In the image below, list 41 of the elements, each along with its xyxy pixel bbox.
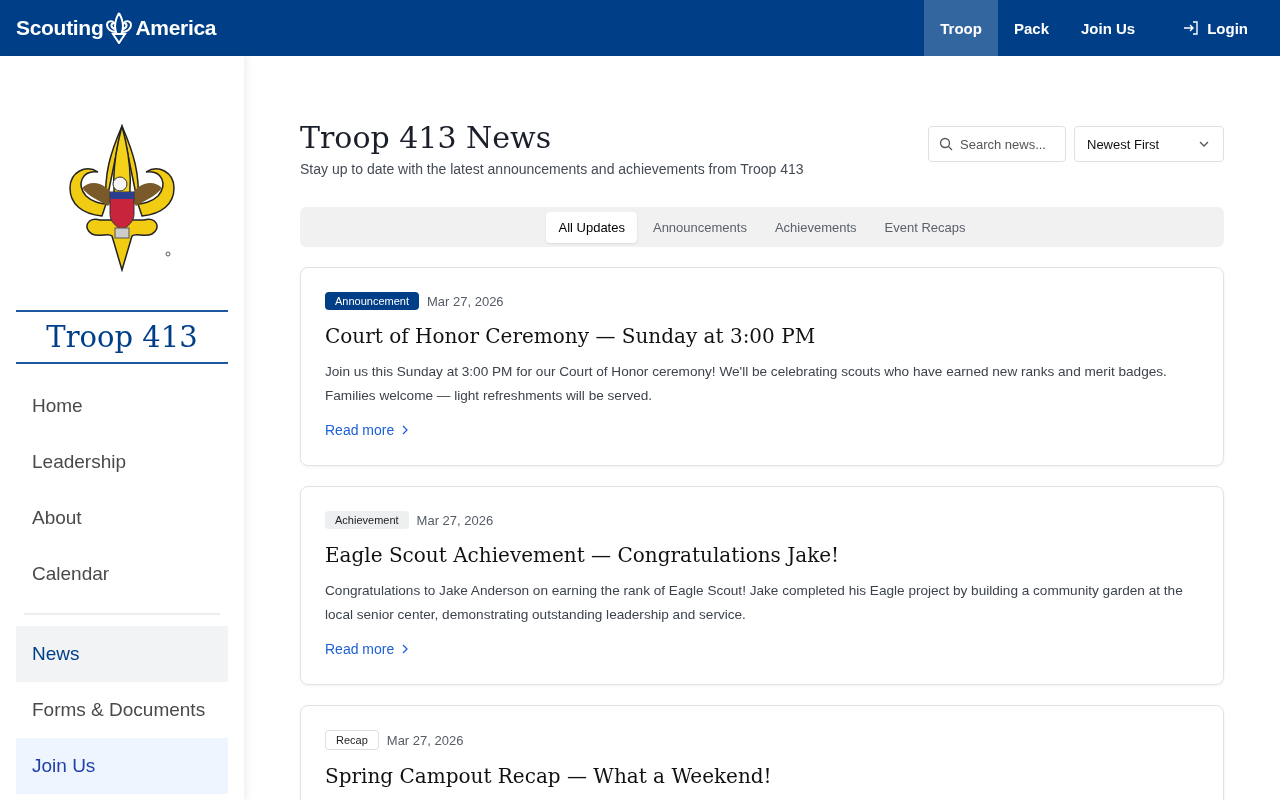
category-tag: Announcement	[325, 292, 419, 310]
sort-dropdown[interactable]: Newest First	[1074, 126, 1224, 162]
read-more-link[interactable]: Read more	[325, 422, 409, 438]
search-field[interactable]: Search news...	[928, 126, 1066, 162]
fleur-de-lis-icon	[105, 12, 134, 44]
filter-tab[interactable]: Announcements	[640, 211, 759, 243]
page-title: Troop 413 News	[300, 120, 553, 155]
sidebar-item[interactable]: About	[16, 490, 228, 546]
page-subtitle: Stay up to date with the latest announcements and achievements from Troop 413	[300, 161, 804, 177]
post-title: Eagle Scout Achievement — Congratulations Jake!	[325, 543, 841, 567]
sidebar-item[interactable]: News	[16, 626, 228, 682]
chevron-right-icon	[402, 644, 409, 654]
category-tag: Recap	[325, 730, 379, 750]
chevron-right-icon	[402, 425, 409, 435]
filter-tab[interactable]: All Updates	[546, 211, 637, 243]
login-link[interactable]: Login	[1167, 0, 1264, 56]
nav-link[interactable]: Pack	[997, 0, 1065, 56]
filter-tab[interactable]: Achievements	[762, 211, 869, 243]
post-excerpt: Join us this Sunday at 3:00 PM for our Court of Honor ceremony! We'll be celebrating scouts who have earned new ranks and merit badges. Families welcome — light refreshments will be served.	[325, 363, 1168, 405]
read-more-link[interactable]: Read more	[325, 641, 409, 657]
sidebar-item[interactable]: Leadership	[16, 434, 228, 490]
post-title: Spring Campout Recap — What a Weekend!	[325, 764, 773, 788]
category-tag: Achievement	[325, 511, 409, 529]
login-icon	[1183, 20, 1200, 36]
post-date: Mar 27, 2026	[416, 512, 494, 528]
nav-link[interactable]: Join Us	[1065, 0, 1152, 56]
sidebar-item[interactable]: Home	[16, 378, 228, 434]
chevron-down-icon	[1199, 141, 1209, 147]
filter-tab[interactable]: Event Recaps	[872, 211, 978, 243]
sidebar-item[interactable]: Calendar	[16, 546, 228, 602]
nav-link[interactable]: Troop	[924, 0, 998, 56]
post-date: Mar 27, 2026	[386, 732, 464, 748]
sidebar-title: Troop 413	[16, 310, 228, 364]
sidebar-item[interactable]: Forms & Documents	[16, 682, 228, 738]
post-date: Mar 27, 2026	[427, 293, 504, 309]
sidebar-item[interactable]: Join Us	[16, 738, 228, 794]
search-icon	[939, 137, 953, 151]
brand-name[interactable]: America	[135, 16, 217, 40]
post-title: Court of Honor Ceremony — Sunday at 3:00 PM	[325, 324, 817, 348]
brand-name[interactable]: Scouting	[16, 16, 104, 40]
post-excerpt: Congratulations to Jake Anderson on earning the rank of Eagle Scout! Jake completed his Eagle project by building a community garden at the local senior center, demonstrating outstanding leadership and service.	[325, 582, 1184, 624]
